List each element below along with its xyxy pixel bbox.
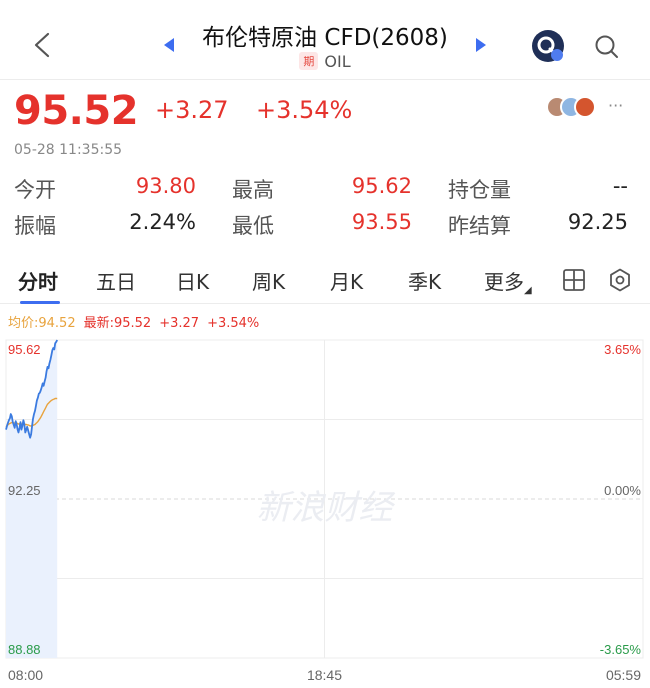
grid-layout-icon[interactable] — [562, 268, 586, 292]
chart-grid: 新浪财经 — [5, 339, 644, 659]
stat-value-low: 93.55 — [351, 210, 412, 234]
x-tick-label: 18:45 — [307, 667, 342, 683]
avatar — [574, 96, 596, 118]
stat-value-open: 93.80 — [135, 174, 196, 198]
community-avatars[interactable] — [546, 96, 606, 122]
stat-label-amplitude: 振幅 — [14, 214, 56, 238]
latest-price-label: 最新:95.52 — [83, 316, 152, 331]
stat-label-open: 今开 — [14, 178, 56, 202]
futures-badge: 期 — [299, 52, 319, 70]
next-instrument-icon[interactable] — [474, 36, 488, 54]
stat-label-high: 最高 — [232, 178, 274, 202]
price-change: +3.27 — [155, 96, 229, 124]
y-tick-label-right: 3.65% — [604, 342, 641, 357]
period-tabs: 分时 五日 日K 周K 月K 季K 更多◢ — [0, 258, 650, 304]
intraday-price-chart[interactable]: 新浪财经 95.62 92.25 88.88 3.65% 0.00% -3.65% 08:0… — [0, 330, 650, 688]
y-tick-label-left: 88.88 — [8, 642, 41, 657]
tab-more[interactable]: 更多◢ — [484, 266, 532, 296]
tab-quarterly-k[interactable]: 季K — [408, 266, 441, 295]
quote-timestamp: 05-28 11:35:55 — [14, 142, 123, 158]
x-tick-label: 05:59 — [606, 667, 641, 683]
latest-pct-label: +3.54% — [207, 316, 260, 331]
tab-intraday[interactable]: 分时 — [18, 266, 58, 295]
tab-daily-k[interactable]: 日K — [176, 266, 209, 295]
price-change-percent: +3.54% — [256, 96, 353, 124]
stat-label-open-interest: 持仓量 — [448, 178, 511, 202]
search-icon[interactable] — [594, 34, 620, 60]
more-options-icon[interactable]: ··· — [608, 96, 623, 115]
stat-value-prev-settle: 92.25 — [567, 210, 628, 234]
stat-label-low: 最低 — [232, 214, 274, 238]
top-bar: 布伦特原油 CFD(2608) 期 OIL — [0, 0, 650, 80]
current-price: 95.52 — [14, 88, 139, 134]
stat-label-prev-settle: 昨结算 — [448, 214, 511, 238]
tab-five-day[interactable]: 五日 — [96, 266, 136, 295]
chart-info-line: 均价:94.52 最新:95.52 +3.27 +3.54% — [8, 312, 267, 331]
price-area-fill — [6, 340, 58, 658]
watermark-text: 新浪财经 — [257, 488, 396, 528]
settings-icon[interactable] — [608, 268, 632, 292]
instrument-code-text: OIL — [324, 52, 351, 71]
stat-value-open-interest: -- — [612, 174, 628, 198]
average-price-label: 均价:94.52 — [8, 316, 76, 331]
y-tick-label-left: 95.62 — [8, 342, 41, 357]
tab-monthly-k[interactable]: 月K — [330, 266, 363, 295]
x-tick-label: 08:00 — [8, 667, 43, 683]
y-tick-label-right: 0.00% — [604, 483, 641, 498]
stat-value-high: 95.62 — [351, 174, 412, 198]
active-tab-indicator — [20, 301, 60, 304]
y-tick-label-right: -3.65% — [600, 642, 642, 657]
tab-more-label: 更多 — [484, 270, 524, 294]
ai-assistant-icon[interactable] — [530, 28, 566, 64]
tab-weekly-k[interactable]: 周K — [252, 266, 285, 295]
dropdown-corner-icon: ◢ — [524, 285, 532, 296]
stat-value-amplitude: 2.24% — [129, 210, 196, 234]
price-area — [6, 340, 58, 658]
y-tick-label-left: 92.25 — [8, 483, 41, 498]
latest-change-label: +3.27 — [159, 316, 200, 331]
